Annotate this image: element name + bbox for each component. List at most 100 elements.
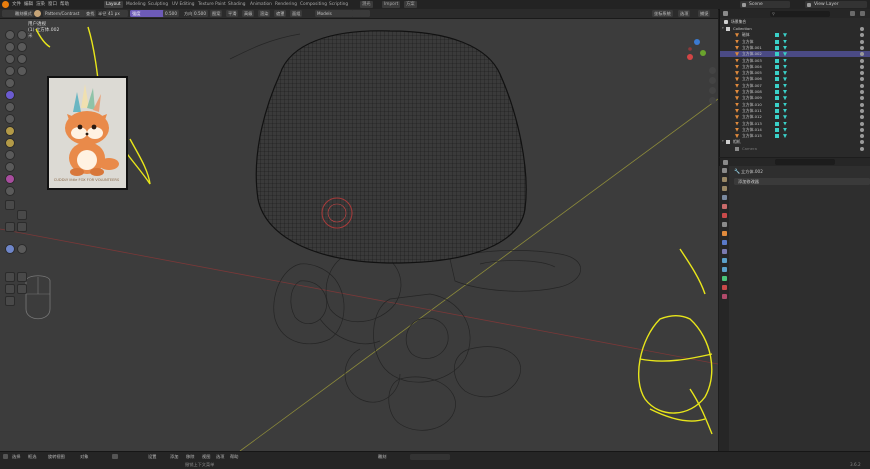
status-mid-5[interactable]: 选项 [216,454,224,460]
render-tab-icon[interactable] [722,177,727,182]
mesh-data-icon[interactable] [783,58,787,63]
modifier-wrench-icon[interactable] [775,77,779,82]
status-mid-1[interactable]: 设置 [148,454,156,460]
visibility-eye-icon[interactable] [860,90,864,94]
toolbar-item-render[interactable]: 渲染 [258,10,271,17]
visibility-eye-icon[interactable] [860,96,864,101]
particles-tab-icon[interactable] [722,249,727,254]
clay-strips-brush-tool[interactable] [17,42,27,52]
mode-selector[interactable]: 雕刻模式 [13,10,34,17]
visibility-eye-icon[interactable] [860,39,864,44]
brush-preview-icon[interactable] [34,10,41,17]
pinch-brush-tool[interactable] [5,138,15,148]
move-tool[interactable] [5,272,15,282]
view-layer-tab-icon[interactable] [722,195,727,200]
outliner-row[interactable]: 立方体.015 [720,133,870,139]
snap-dropdown[interactable]: 捕捉 [698,10,711,17]
cloth-filter-tool[interactable] [17,244,27,254]
mesh-data-icon[interactable] [783,121,787,126]
world-tab-icon[interactable] [722,213,727,218]
fill-brush-tool[interactable] [5,102,15,112]
mask-brush-tool[interactable] [5,200,15,210]
modifier-wrench-icon[interactable] [775,33,779,38]
menu-help[interactable]: 帮助 [60,1,69,7]
physics-tab-icon[interactable] [722,258,727,263]
status-mid-6[interactable]: 帮助 [230,454,238,460]
add-modifier-button[interactable]: 添加修改器 [734,178,870,185]
visibility-eye-icon[interactable] [860,33,864,38]
outliner-row[interactable]: 立方体.010 [720,102,870,108]
draw-sharp-brush-tool[interactable] [17,30,27,40]
elastic-deform-tool[interactable] [5,162,15,172]
options-dropdown[interactable]: 选项 [678,10,691,17]
perspective-toggle-button[interactable] [709,97,716,104]
mesh-data-icon[interactable] [783,102,787,107]
toolbar-item-smooth[interactable]: 平滑 [226,10,239,17]
toolbar-item-pattern[interactable]: 图案 [210,10,223,17]
thumb-brush-tool[interactable] [5,186,15,196]
coord-system-dropdown[interactable]: 坐标系统 [652,10,673,17]
modifier-wrench-icon[interactable] [775,108,779,113]
tab-custom-2[interactable]: Import [382,1,401,8]
inflate-brush-tool[interactable] [17,54,27,64]
modifier-wrench-icon[interactable] [775,58,779,63]
tab-shading[interactable]: Shading [226,1,247,8]
properties-editor-icon[interactable] [723,159,728,165]
mesh-data-icon[interactable] [783,134,787,139]
direction-field[interactable]: 0.500 [192,10,208,17]
brush-name-field[interactable]: Pattern/Contrast [43,10,85,17]
outliner-row[interactable]: 立方体.007 [720,83,870,89]
menu-file[interactable]: 文件 [12,1,21,7]
menu-render[interactable]: 渲染 [36,1,45,7]
status-left-4[interactable]: 对象 [80,454,88,460]
mode-icon[interactable] [112,454,118,459]
status-left-1[interactable]: 选择 [12,454,20,460]
flatten-brush-tool[interactable] [5,90,15,100]
outliner-search-input[interactable]: ⚲ [770,10,830,17]
mesh-data-icon[interactable] [783,96,787,101]
box-mask-tool[interactable] [17,210,27,220]
outliner-row[interactable]: 立方体.004 [720,64,870,70]
status-mid-3[interactable]: 移除 [186,454,194,460]
status-progress-field[interactable] [410,453,450,460]
outliner-row[interactable]: ▾ Collection [720,26,870,32]
crease-brush-tool[interactable] [17,66,27,76]
outliner-row[interactable]: 磁体 [720,32,870,38]
outliner-row[interactable]: Camera [720,146,870,152]
mesh-data-icon[interactable] [783,64,787,69]
mesh-data-icon[interactable] [783,77,787,82]
mesh-data-icon[interactable] [783,52,787,57]
properties-search-input[interactable] [775,159,835,165]
annotate-tool[interactable] [5,296,15,306]
outliner-row[interactable]: 立方体.002 [720,51,870,57]
modifier-wrench-icon[interactable] [775,64,779,69]
collection-tab-icon[interactable] [722,222,727,227]
toolbar-item-mask[interactable]: 遮罩 [274,10,287,17]
menu-edit[interactable]: 编辑 [24,1,33,7]
visibility-eye-icon[interactable] [860,71,864,76]
visibility-eye-icon[interactable] [860,27,864,31]
modifier-wrench-icon[interactable] [775,45,779,50]
mesh-data-icon[interactable] [783,90,787,94]
mesh-data-icon[interactable] [783,115,787,120]
outliner-row[interactable]: 立方体.006 [720,76,870,82]
scene-tab-icon[interactable] [722,204,727,209]
mesh-data-icon[interactable] [783,71,787,76]
visibility-eye-icon[interactable] [860,146,864,151]
outliner-row[interactable]: 立方体.009 [720,95,870,101]
outliner-row[interactable]: 立方体.005 [720,70,870,76]
mesh-data-icon[interactable] [783,33,787,38]
modifier-wrench-icon[interactable] [775,71,779,76]
box-hide-tool[interactable] [5,222,15,232]
header-toggle-button[interactable] [3,454,8,459]
clay-brush-tool[interactable] [5,42,15,52]
visibility-eye-icon[interactable] [860,115,864,120]
modifier-wrench-icon[interactable] [775,115,779,120]
tab-compositing[interactable]: Compositing [298,1,329,8]
status-mid-4[interactable]: 视图 [202,454,210,460]
modifier-wrench-icon[interactable] [775,90,779,94]
mesh-data-icon[interactable] [783,127,787,132]
expand-arrow-icon[interactable]: ▾ [722,26,724,32]
scale-tool[interactable] [5,284,15,294]
toolbar-item-advanced[interactable]: 高级 [242,10,255,17]
